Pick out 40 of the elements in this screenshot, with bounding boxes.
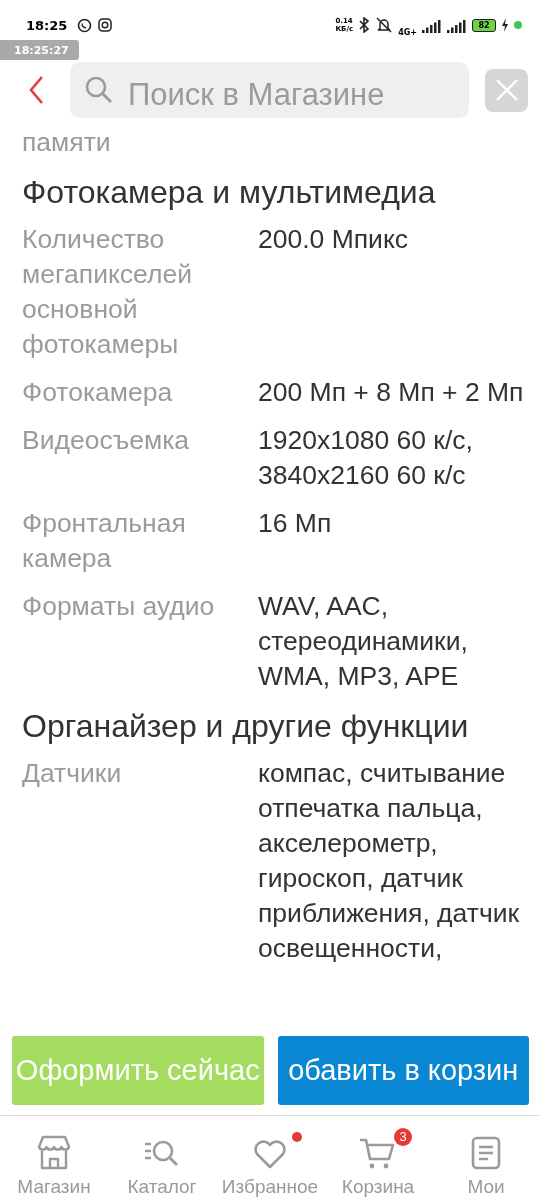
back-button[interactable]: [28, 75, 44, 105]
spec-label: Форматы аудио: [22, 590, 216, 623]
spec-label: Фронтальная камера: [22, 507, 187, 575]
search-icon: [84, 75, 114, 105]
spec-value: компас, считывание отпечатка пальца, акселерометр, гироскоп, датчик приближения, датчик освещенности,: [258, 757, 521, 965]
muted-bell-icon: [375, 17, 394, 33]
spec-value: 1920x1080 60 к/с, 3840x2160 60 к/с: [258, 424, 474, 492]
close-icon: [494, 78, 519, 102]
nav-tab[interactable]: Избранное: [216, 1118, 324, 1200]
add-to-cart-button[interactable]: обавить в корзин: [277, 1036, 529, 1105]
status-time: 18:25: [26, 17, 68, 33]
nav-tab[interactable]: Каталог: [108, 1118, 216, 1200]
spec-label: Датчики: [22, 757, 123, 790]
spec-value: 16 Мп: [258, 507, 333, 540]
chat-app-icon: [77, 17, 93, 33]
section-heading: Фотокамера и мультимедиа: [22, 174, 437, 210]
spec-label: памяти: [22, 130, 112, 159]
spec-value: WAV, AAC, стереодинамики, WMA, MP3, APE: [258, 590, 469, 693]
spec-label: Видеосъемка: [22, 424, 191, 457]
spec-label: Фотокамера: [22, 376, 174, 409]
checkout-button[interactable]: Оформить сейчас: [12, 1036, 264, 1105]
back-icon: [28, 75, 44, 105]
search-field[interactable]: Поиск в Магазине: [70, 62, 469, 118]
nav-tab[interactable]: Мои: [432, 1118, 540, 1200]
screenshot-timestamp: 18:25:27: [0, 40, 79, 60]
nav-tab[interactable]: Магазин: [0, 1118, 108, 1200]
battery-level: 82: [472, 18, 496, 32]
nav-tab[interactable]: 3 Корзина: [324, 1118, 432, 1200]
spec-value: 200 Мп + 8 Мп + 2 Мп: [258, 376, 524, 409]
section-heading: Органайзер и другие функции: [22, 708, 470, 744]
signal-icon: [447, 17, 467, 33]
network-type: 4G+: [398, 27, 417, 37]
status-dot-icon: [514, 21, 522, 29]
camera-app-icon: [98, 18, 113, 32]
spec-value: 200.0 Мпикс: [258, 223, 410, 256]
bluetooth-icon: [358, 17, 371, 33]
count-badge: 3: [394, 1128, 412, 1146]
spec-label: Количество мегапикселей основной фотокамеры: [22, 223, 193, 361]
signal-icon: [422, 17, 442, 33]
charging-icon: [501, 18, 509, 32]
